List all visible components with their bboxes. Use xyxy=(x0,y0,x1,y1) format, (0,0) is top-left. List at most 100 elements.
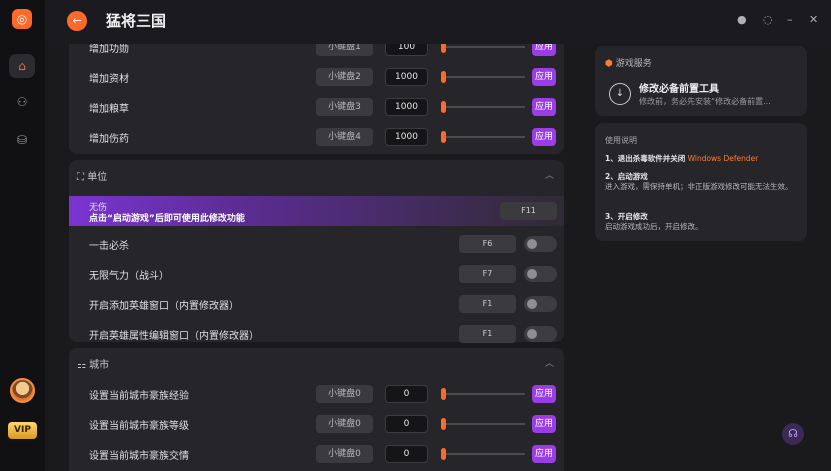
hotkey-button[interactable]: 小键盘0 xyxy=(316,415,373,433)
value-slider[interactable] xyxy=(441,46,525,48)
value-slider[interactable] xyxy=(441,136,525,138)
minimize-icon[interactable]: – xyxy=(787,13,793,26)
table-row: 增加功勋 小键盘1 100 应用 xyxy=(69,44,564,62)
guide-header: 使用说明 xyxy=(605,136,637,145)
table-row: 开启英雄属性编辑窗口（内置修改器） F1 xyxy=(69,319,564,349)
table-row: 增加粮草 小键盘3 1000 应用 xyxy=(69,92,564,122)
row-label: 增加资材 xyxy=(89,74,129,85)
slider-handle[interactable] xyxy=(441,71,446,83)
banner-text: 点击“启动游戏”后即可使用此修改功能 xyxy=(89,214,245,224)
vip-badge[interactable]: VIP xyxy=(8,422,37,439)
table-row: 一击必杀 F6 xyxy=(69,229,564,259)
cube-icon: ⬢ xyxy=(605,59,613,69)
value-input[interactable]: 1000 xyxy=(385,128,428,146)
chevron-up-icon[interactable]: ︿ xyxy=(545,168,554,181)
apply-button[interactable]: 应用 xyxy=(532,128,556,146)
hotkey-button[interactable]: 小键盘0 xyxy=(316,445,373,463)
value-slider[interactable] xyxy=(441,76,525,78)
apply-button[interactable]: 应用 xyxy=(532,385,556,403)
value-input[interactable]: 1000 xyxy=(385,68,428,86)
section-title: 单位 xyxy=(87,172,108,183)
row-label: 设置当前城市豪族等级 xyxy=(89,421,189,432)
row-label: 增加功勋 xyxy=(89,44,129,55)
hotkey-button[interactable]: 小键盘0 xyxy=(316,385,373,403)
apply-button[interactable]: 应用 xyxy=(532,98,556,116)
table-row: 设置当前城市豪族经验 小键盘0 0 应用 xyxy=(69,379,564,409)
slider-handle[interactable] xyxy=(441,101,446,113)
slider-handle[interactable] xyxy=(441,44,446,53)
hotkey-button[interactable]: 小键盘2 xyxy=(316,68,373,86)
hotkey-button[interactable]: F11 xyxy=(500,202,557,220)
app-logo-icon: ◎ xyxy=(12,9,32,29)
step-title: 2、启动游戏 xyxy=(605,172,648,181)
hotkey-button[interactable]: 小键盘4 xyxy=(316,128,373,146)
guide-card: 使用说明 1、退出杀毒软件并关闭 Windows Defender 2、启动游戏… xyxy=(595,123,807,241)
step-text: 进入游戏，需保持单机；非正版游戏修改可能无法生效。 xyxy=(605,182,793,191)
guide-step-3: 3、开启修改 启动游戏成功后，开启修改。 xyxy=(605,212,800,232)
table-row: 增加伤药 小键盘4 1000 应用 xyxy=(69,122,564,152)
toggle-switch[interactable] xyxy=(524,296,557,312)
locked-banner: 无伤 点击“启动游戏”后即可使用此修改功能 F11 xyxy=(69,196,564,226)
section-header[interactable]: ⛶ 单位 xyxy=(77,168,107,183)
toggle-switch[interactable] xyxy=(524,326,557,342)
gamepad-icon[interactable]: ⚇ xyxy=(9,90,35,114)
slider-handle[interactable] xyxy=(441,418,446,430)
apply-button[interactable]: 应用 xyxy=(532,44,556,56)
value-input[interactable]: 1000 xyxy=(385,98,428,116)
unit-card: ⛶ 单位 ︿ 无伤 点击“启动游戏”后即可使用此修改功能 F11 一击必杀 F6… xyxy=(69,160,564,343)
left-rail: ◎ ⌂ ⚇ ⛁ VIP xyxy=(0,0,45,471)
value-slider[interactable] xyxy=(441,393,525,395)
apply-button[interactable]: 应用 xyxy=(532,415,556,433)
table-row: 设置当前城市豪族等级 小键盘0 0 应用 xyxy=(69,409,564,439)
resources-card: 增加功勋 小键盘1 100 应用 增加资材 小键盘2 1000 应用 增加粮草 … xyxy=(69,44,564,154)
table-row: 增加资材 小键盘2 1000 应用 xyxy=(69,62,564,92)
hotkey-button[interactable]: F1 xyxy=(459,295,516,313)
row-label: 开启英雄属性编辑窗口（内置修改器） xyxy=(89,331,259,342)
apply-button[interactable]: 应用 xyxy=(532,68,556,86)
row-label: 设置当前城市豪族交情 xyxy=(89,451,189,462)
step-title: 1、退出杀毒软件并关闭 xyxy=(605,154,686,163)
value-input[interactable]: 100 xyxy=(385,44,428,56)
settings-icon[interactable]: ◌ xyxy=(763,13,773,26)
store-icon[interactable]: ⛁ xyxy=(9,128,35,152)
step-text: 启动游戏成功后，开启修改。 xyxy=(605,222,703,231)
step-title: 3、开启修改 xyxy=(605,212,648,221)
service-header-label: 游戏服务 xyxy=(615,59,652,69)
slider-handle[interactable] xyxy=(441,448,446,460)
hotkey-button[interactable]: F1 xyxy=(459,325,516,343)
toggle-switch[interactable] xyxy=(524,266,557,282)
chevron-up-icon[interactable]: ︿ xyxy=(545,356,554,369)
hotkey-button[interactable]: F7 xyxy=(459,265,516,283)
download-icon[interactable]: ↓ xyxy=(609,83,631,105)
close-icon[interactable]: ✕ xyxy=(809,13,818,26)
section-title: 城市 xyxy=(89,360,110,371)
table-row: 设置当前城市豪族交情 小键盘0 0 应用 xyxy=(69,439,564,469)
record-icon[interactable]: ● xyxy=(737,13,747,26)
main-panel: 增加功勋 小键盘1 100 应用 增加资材 小键盘2 1000 应用 增加粮草 … xyxy=(69,44,564,471)
value-input[interactable]: 0 xyxy=(385,385,428,403)
value-input[interactable]: 0 xyxy=(385,445,428,463)
avatar[interactable] xyxy=(10,378,35,403)
value-slider[interactable] xyxy=(441,106,525,108)
value-slider[interactable] xyxy=(441,423,525,425)
back-arrow-icon[interactable]: ← xyxy=(67,11,87,31)
row-label: 开启添加英雄窗口（内置修改器） xyxy=(89,301,239,312)
page-title: 猛将三国 xyxy=(106,12,167,30)
row-label: 设置当前城市豪族经验 xyxy=(89,391,189,402)
value-slider[interactable] xyxy=(441,453,525,455)
slider-handle[interactable] xyxy=(441,131,446,143)
apply-button[interactable]: 应用 xyxy=(532,445,556,463)
service-title[interactable]: 修改必备前置工具 xyxy=(639,80,719,95)
hotkey-button[interactable]: F6 xyxy=(459,235,516,253)
table-row: 无限气力（战斗） F7 xyxy=(69,259,564,289)
hotkey-button[interactable]: 小键盘3 xyxy=(316,98,373,116)
hotkey-button[interactable]: 小键盘1 xyxy=(316,44,373,56)
section-header[interactable]: ⚏ 城市 xyxy=(77,356,109,371)
headset-icon[interactable]: ☊ xyxy=(782,423,804,445)
toggle-switch[interactable] xyxy=(524,236,557,252)
slider-handle[interactable] xyxy=(441,388,446,400)
row-label: 无限气力（战斗） xyxy=(89,271,169,282)
row-label: 一击必杀 xyxy=(89,241,129,252)
home-icon[interactable]: ⌂ xyxy=(9,54,35,78)
value-input[interactable]: 0 xyxy=(385,415,428,433)
